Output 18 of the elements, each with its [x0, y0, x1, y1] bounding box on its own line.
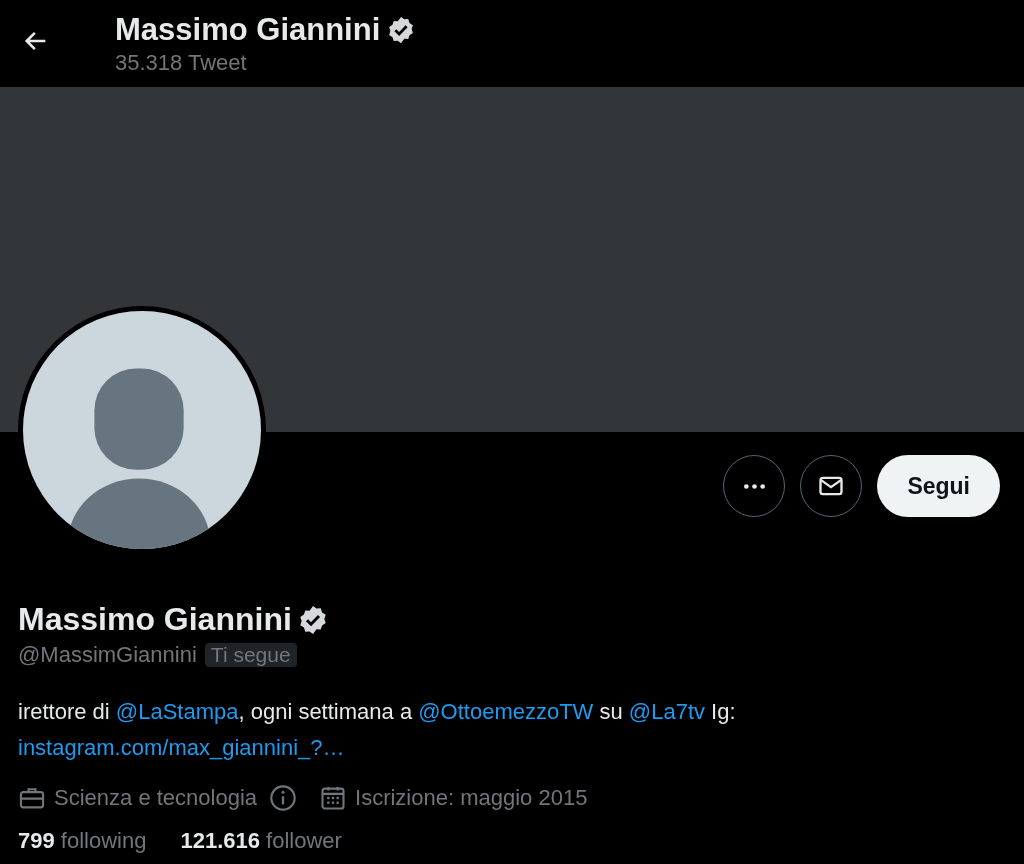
profile-meta-text: Iscrizione: maggio 2015	[355, 785, 588, 811]
bio-link[interactable]: @LaStampa	[115, 699, 239, 724]
follows-you-badge: Ti segue	[204, 643, 297, 667]
tweet-count: 35.318 Tweet	[115, 49, 248, 76]
stat-link[interactable]: 799 following	[18, 828, 147, 854]
bio-link[interactable]: @OttoemezzoTW	[418, 699, 594, 724]
profile-meta-text: Scienza e tecnologia	[54, 785, 258, 811]
info-icon[interactable]	[269, 784, 298, 812]
profile-handle: @MassimGiannini	[18, 642, 197, 668]
more-icon	[743, 483, 765, 489]
follow-button[interactable]: Segui	[877, 455, 1000, 517]
bio-link[interactable]: @La7tv	[628, 699, 705, 724]
bio-link[interactable]: instagram.com/max_giannini_?…	[18, 735, 345, 760]
stat-link[interactable]: 121.616 follower	[180, 828, 342, 854]
profile-name: Massimo Giannini	[115, 11, 381, 48]
profile-name: Massimo Giannini	[18, 601, 292, 638]
calendar-icon	[319, 784, 348, 812]
bio-text: irettore di @LaStampa, ogni settimana a @OttoemezzoTW su @La7tv Ig: instagram.com/max_giannini_?…	[18, 698, 737, 762]
